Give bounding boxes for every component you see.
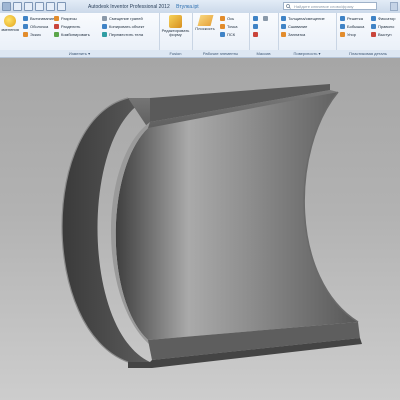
new-file-icon[interactable] [13, 2, 22, 11]
boss-icon [340, 24, 345, 29]
combine-icon [54, 32, 59, 37]
grill-icon [340, 16, 345, 21]
partial-button-icon [4, 15, 16, 27]
circ-pattern-button[interactable] [253, 24, 258, 29]
point-button[interactable]: Точка [220, 24, 237, 29]
open-file-icon[interactable] [24, 2, 33, 11]
surface-item-0[interactable]: Толщина/смещение [281, 16, 325, 21]
partial-big-button[interactable]: зменения [0, 15, 20, 32]
plastic-item-4[interactable]: Правило [371, 24, 394, 29]
bushing-model[interactable] [0, 58, 400, 400]
document-name: Втулка.ipt [176, 4, 199, 10]
edit-form-icon [169, 15, 182, 28]
patch-icon [281, 32, 286, 37]
ucs-icon [220, 32, 225, 37]
plane-label: Плоскость [195, 26, 215, 31]
panel-modify: зменения Вытягивание Оболочка Эскиз Разр… [0, 13, 160, 57]
modify-item-6[interactable]: Смещение граней [102, 16, 143, 21]
shell-icon [23, 24, 28, 29]
lip-icon [371, 32, 376, 37]
ucs-button[interactable]: ПСК [220, 32, 235, 37]
sketch-icon [23, 32, 28, 37]
search-placeholder: Найдите ключевое слово/фразу [294, 4, 354, 9]
help-icon[interactable] [390, 2, 398, 11]
partial-button-label: зменения [1, 27, 19, 32]
modify-item-2[interactable]: Эскиз [23, 32, 41, 37]
edit-form-label: Редактировать форму [161, 28, 190, 37]
circ-pattern-icon [253, 24, 258, 29]
search-icon [286, 4, 291, 9]
point-icon [220, 24, 225, 29]
panel-array: Массив [249, 13, 279, 57]
mirror-button[interactable] [253, 32, 258, 37]
window-title: Autodesk Inventor Professional 2012 Втул… [88, 4, 199, 10]
plastic-item-0[interactable]: Решетка [340, 16, 363, 21]
snap-fit-icon [371, 16, 376, 21]
rect-pattern-icon [253, 16, 258, 21]
panel-plastic-part-label: Пластиковая деталь [336, 50, 400, 57]
bore-surface [115, 92, 358, 340]
pattern-extra-button[interactable] [263, 16, 268, 21]
modify-item-0[interactable]: Вытягивание [23, 16, 54, 21]
save-icon[interactable] [35, 2, 44, 11]
plastic-item-1[interactable]: Бобышка [340, 24, 364, 29]
extrude-icon [23, 16, 28, 21]
plastic-item-2[interactable]: Упор [340, 32, 356, 37]
quick-access-toolbar [2, 2, 66, 11]
redo-icon[interactable] [57, 2, 66, 11]
ribbon: зменения Вытягивание Оболочка Эскиз Разр… [0, 13, 400, 58]
rule-fillet-icon [371, 24, 376, 29]
panel-surface: Толщина/смещение Сшивание Заплатка Повер… [278, 13, 337, 57]
plane-button[interactable]: Плоскость [194, 15, 216, 31]
modify-item-1[interactable]: Оболочка [23, 24, 48, 29]
app-menu-icon[interactable] [2, 2, 11, 11]
app-title: Autodesk Inventor Professional 2012 [88, 4, 170, 10]
split-icon [54, 24, 59, 29]
panel-work-features-label: Рабочие элементы [192, 50, 249, 57]
search-input[interactable]: Найдите ключевое слово/фразу [283, 2, 377, 10]
mirror-icon [253, 32, 258, 37]
modify-item-5[interactable]: Комбинировать [54, 32, 90, 37]
plane-icon [197, 15, 213, 26]
panel-array-label: Массив [249, 50, 278, 57]
graphics-viewport[interactable] [0, 58, 400, 400]
pattern-extra-icon [263, 16, 268, 21]
title-bar: Autodesk Inventor Professional 2012 Втул… [0, 0, 400, 14]
rest-icon [340, 32, 345, 37]
modify-item-8[interactable]: Переместить тела [102, 32, 143, 37]
panel-fusion-label: Fusion [159, 50, 192, 57]
panel-fusion: Редактировать форму Fusion [159, 13, 193, 57]
window-controls [390, 2, 398, 11]
panel-plastic-part: Решетка Бобышка Упор Фиксатор Правило Вы… [336, 13, 400, 57]
thread-icon [54, 16, 59, 21]
thicken-icon [281, 16, 286, 21]
face-offset-icon [102, 16, 107, 21]
copy-object-icon [102, 24, 107, 29]
rect-pattern-button[interactable] [253, 16, 258, 21]
panel-modify-label: Изменить ▾ [0, 50, 159, 57]
move-bodies-icon [102, 32, 107, 37]
plastic-item-3[interactable]: Фиксатор [371, 16, 395, 21]
surface-item-1[interactable]: Сшивание [281, 24, 307, 29]
undo-icon[interactable] [46, 2, 55, 11]
axis-button[interactable]: Ось [220, 16, 234, 21]
modify-item-3[interactable]: Разрезы [54, 16, 77, 21]
surface-item-2[interactable]: Заплатка [281, 32, 305, 37]
panel-work-features: Плоскость Ось Точка ПСК Рабочие элементы [192, 13, 250, 57]
axis-icon [220, 16, 225, 21]
plastic-item-5[interactable]: Выступ [371, 32, 392, 37]
modify-item-7[interactable]: Копировать объект [102, 24, 144, 29]
edit-form-button[interactable]: Редактировать форму [160, 15, 191, 37]
panel-surface-label: Поверхность ▾ [278, 50, 336, 57]
modify-item-4[interactable]: Разделить [54, 24, 80, 29]
stitch-icon [281, 24, 286, 29]
